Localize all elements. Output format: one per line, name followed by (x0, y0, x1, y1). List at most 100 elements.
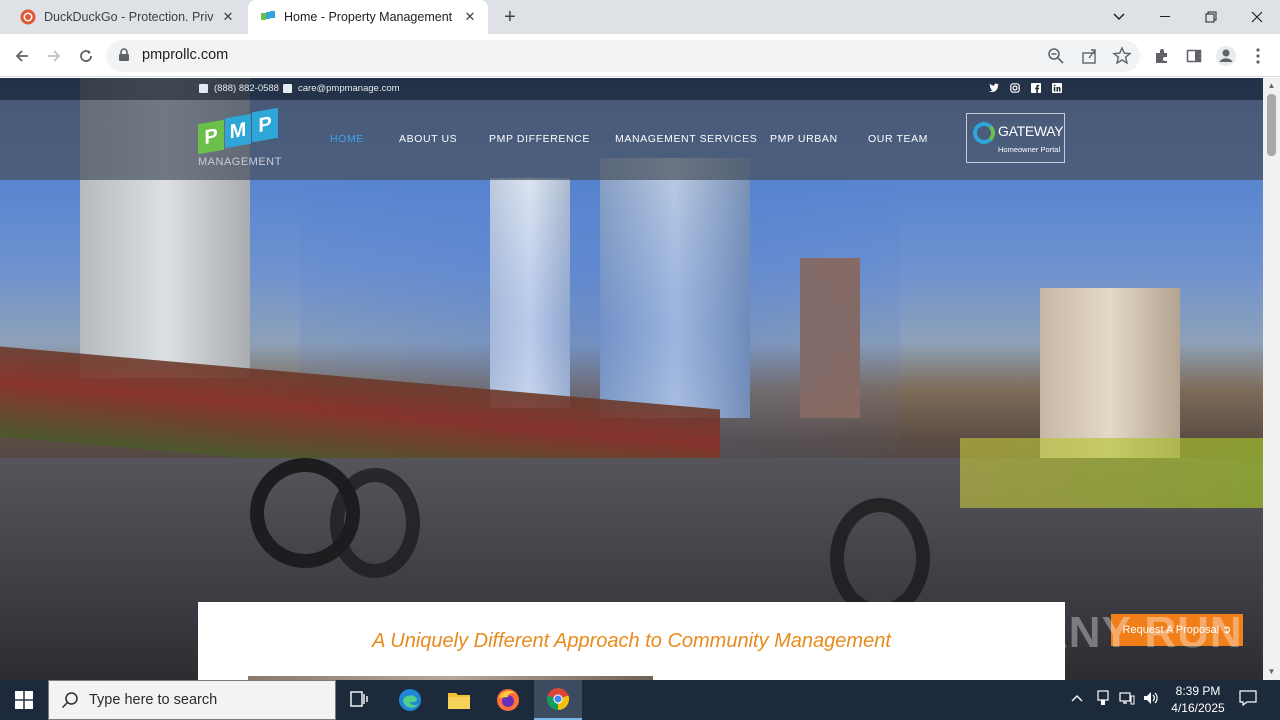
logo-letter: P (252, 107, 278, 143)
back-button[interactable] (8, 42, 36, 70)
mail-icon (283, 84, 292, 93)
chrome-button[interactable] (534, 680, 582, 720)
bike-wheel (830, 498, 930, 618)
pmp-logo[interactable]: P M P MANAGEMENT (198, 107, 284, 174)
chevron-up-icon (1071, 695, 1083, 702)
reload-button[interactable] (72, 42, 100, 70)
clock-date: 4/16/2025 (1171, 701, 1225, 715)
speaker-icon (1144, 692, 1158, 704)
scroll-thumb[interactable] (1267, 94, 1276, 156)
search-icon (61, 692, 78, 709)
volume-button[interactable] (1143, 690, 1159, 709)
file-explorer-icon (448, 693, 470, 709)
close-window-button[interactable] (1234, 0, 1280, 34)
menu-button[interactable] (1246, 44, 1270, 68)
phone-link[interactable]: (888) 882-0588 (199, 83, 279, 94)
kebab-menu-icon (1256, 48, 1260, 64)
nav-pmp-urban[interactable]: PMP URBAN (770, 133, 838, 145)
linkedin-icon[interactable] (1051, 83, 1063, 95)
minimize-button[interactable] (1142, 0, 1188, 34)
page-viewport: (888) 882-0588 care@pmpmanage.com P M P … (0, 78, 1263, 680)
taskbar-clock[interactable]: 8:39 PM 4/16/2025 (1164, 683, 1232, 717)
chrome-icon (546, 688, 570, 711)
tab-search-button[interactable] (1096, 0, 1142, 34)
yellow-patch (960, 438, 1263, 508)
email-link[interactable]: care@pmpmanage.com (283, 83, 400, 94)
nav-management-services[interactable]: MANAGEMENT SERVICES (615, 133, 757, 145)
profile-button[interactable] (1214, 44, 1238, 68)
restore-button[interactable] (1188, 0, 1234, 34)
usb-device-icon (1097, 690, 1109, 705)
restore-icon (1205, 11, 1217, 23)
nav-about-us[interactable]: ABOUT US (399, 133, 457, 145)
firefox-button[interactable] (484, 680, 532, 720)
bike-wheel (330, 468, 420, 578)
url-text: pmprollc.com (142, 47, 229, 63)
chevron-down-icon (1113, 13, 1125, 21)
tab-close-icon[interactable]: ✕ (220, 9, 236, 25)
start-button[interactable] (0, 680, 48, 720)
side-panel-button[interactable] (1182, 44, 1206, 68)
gateway-name: GATEWAY (998, 123, 1064, 139)
gateway-portal-button[interactable]: GATEWAY Homeowner Portal (966, 113, 1065, 163)
browser-toolbar: pmprollc.com (0, 34, 1280, 77)
page-scrollbar[interactable]: ▲ ▼ (1263, 78, 1280, 680)
avatar-icon (1216, 46, 1236, 66)
clock-time: 8:39 PM (1175, 684, 1221, 698)
task-view-button[interactable] (336, 680, 384, 720)
task-view-icon (350, 691, 368, 707)
twitter-icon[interactable] (988, 83, 1000, 95)
new-tab-button[interactable]: + (498, 5, 522, 29)
address-bar[interactable]: pmprollc.com (106, 40, 1140, 72)
minimize-icon (1160, 16, 1170, 17)
puzzle-icon (1156, 49, 1167, 63)
tab-pmp-home[interactable]: Home - Property Management L ✕ (248, 0, 488, 34)
close-icon (1251, 11, 1263, 23)
gateway-logo-icon (973, 122, 995, 144)
windows-taskbar: Type here to search 8:39 PM 4/16/2025 (0, 680, 1280, 720)
nav-our-team[interactable]: OUR TEAM (868, 133, 928, 145)
forward-button[interactable] (40, 42, 68, 70)
logo-letter: M (225, 113, 251, 149)
nav-pmp-difference[interactable]: PMP DIFFERENCE (489, 133, 590, 145)
edge-icon (399, 689, 421, 711)
notification-icon (1239, 690, 1257, 707)
intro-card: A Uniquely Different Approach to Communi… (198, 602, 1065, 680)
file-explorer-button[interactable] (435, 680, 483, 720)
lock-icon (119, 48, 129, 61)
logo-letter: P (198, 119, 224, 155)
share-icon[interactable] (1080, 46, 1100, 66)
reload-icon (80, 50, 92, 62)
windows-logo-icon (15, 691, 33, 709)
tab-close-icon[interactable]: ✕ (462, 9, 478, 25)
tab-title: DuckDuckGo - Protection. Privac (44, 10, 214, 24)
forward-arrow-icon (48, 50, 61, 62)
scroll-down-icon[interactable]: ▼ (1267, 667, 1276, 676)
phone-number: (888) 882-0588 (214, 83, 279, 94)
zoom-icon[interactable] (1046, 46, 1066, 66)
gateway-subtitle: Homeowner Portal (998, 145, 1061, 154)
nav-home[interactable]: HOME (330, 133, 364, 145)
search-placeholder: Type here to search (89, 692, 218, 708)
instagram-icon[interactable] (1009, 83, 1021, 95)
side-panel-icon (1186, 49, 1202, 63)
notification-center-button[interactable] (1239, 690, 1257, 709)
email-address: care@pmpmanage.com (298, 83, 400, 94)
contact-bar: (888) 882-0588 care@pmpmanage.com (0, 78, 1263, 100)
network-icon (1119, 692, 1135, 705)
main-navigation: P M P MANAGEMENT HOME ABOUT US PMP DIFFE… (0, 100, 1263, 180)
firefox-icon (497, 689, 519, 711)
scroll-up-icon[interactable]: ▲ (1267, 81, 1276, 90)
tab-duckduckgo[interactable]: DuckDuckGo - Protection. Privac ✕ (8, 0, 246, 34)
edge-button[interactable] (386, 680, 434, 720)
anyrun-watermark: ANY RUN (1036, 608, 1243, 657)
taskbar-search-box[interactable]: Type here to search (48, 680, 336, 720)
extensions-button[interactable] (1150, 44, 1174, 68)
network-button[interactable] (1119, 690, 1135, 709)
show-hidden-icons-button[interactable] (1071, 690, 1083, 705)
device-tray-button[interactable] (1096, 690, 1110, 709)
bookmark-star-icon[interactable] (1112, 46, 1132, 66)
logo-wordmark: MANAGEMENT (198, 156, 282, 168)
tagline-heading: A Uniquely Different Approach to Communi… (372, 630, 891, 652)
facebook-icon[interactable] (1030, 83, 1042, 95)
